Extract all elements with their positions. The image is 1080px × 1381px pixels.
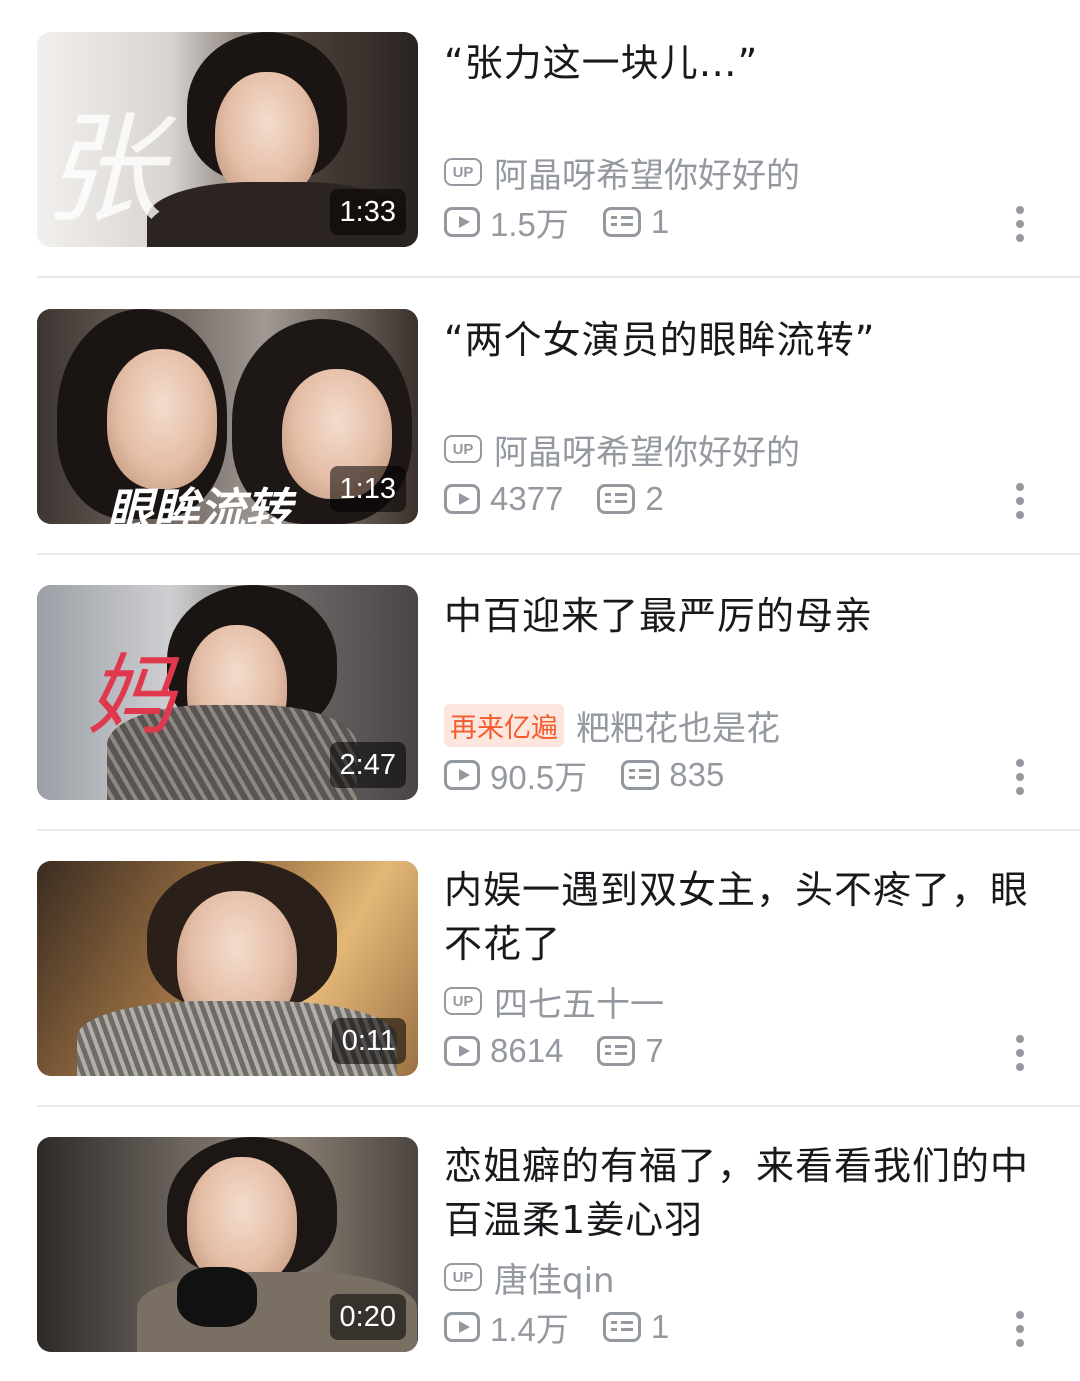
more-vertical-icon[interactable]: [1010, 1309, 1032, 1349]
view-count: 1.5万: [490, 206, 569, 243]
up-badge-icon: UP: [444, 987, 482, 1015]
video-thumbnail[interactable]: 张 力 1:33: [37, 32, 418, 247]
uploader-tag-badge: 再来亿遍: [444, 703, 564, 747]
stats-row: 1.4万 1: [444, 1305, 703, 1349]
video-card[interactable]: 张 力 1:33 “张力这一块儿…” UP 阿晶呀希望你好好的 1.5万 1: [0, 0, 1080, 276]
uploader-row[interactable]: UP 四七五十一: [444, 979, 664, 1025]
more-vertical-icon[interactable]: [1010, 1033, 1032, 1073]
video-card[interactable]: 眼眸流转 1:13 “两个女演员的眼眸流转” UP 阿晶呀希望你好好的 4377…: [0, 277, 1080, 553]
video-title[interactable]: 中百迎来了最严厉的母亲: [444, 589, 1044, 643]
danmaku-count-icon: [597, 484, 636, 514]
uploader-name: 阿晶呀希望你好好的: [494, 155, 800, 196]
more-vertical-icon[interactable]: [1010, 757, 1032, 797]
stats-row: 8614 7: [444, 1029, 698, 1073]
uploader-row[interactable]: 再来亿遍 粑粑花也是花: [444, 703, 780, 749]
video-duration: 0:20: [329, 1294, 406, 1340]
danmaku-count-icon: [621, 760, 660, 790]
uploader-row[interactable]: UP 阿晶呀希望你好好的: [444, 150, 800, 196]
play-count-icon: [444, 484, 480, 514]
danmaku-count: 835: [669, 756, 725, 793]
video-card[interactable]: 妈 妈 2:47 中百迎来了最严厉的母亲 再来亿遍 粑粑花也是花 90.5万 8…: [0, 553, 1080, 829]
stats-row: 90.5万 835: [444, 753, 758, 797]
stats-row: 1.5万 1: [444, 200, 703, 244]
danmaku-count: 7: [645, 1032, 664, 1069]
danmaku-count-icon: [602, 1312, 641, 1342]
play-count-icon: [444, 1312, 480, 1342]
up-badge-icon: UP: [444, 1263, 482, 1291]
play-count-icon: [444, 207, 480, 237]
danmaku-count-icon: [602, 207, 641, 237]
video-duration: 2:47: [329, 742, 406, 788]
more-vertical-icon[interactable]: [1010, 204, 1032, 244]
uploader-name: 唐佳qin: [494, 1260, 615, 1301]
up-badge-icon: UP: [444, 158, 482, 186]
play-count-icon: [444, 1036, 480, 1066]
up-badge-icon: UP: [444, 435, 482, 463]
danmaku-count: 2: [645, 480, 664, 517]
danmaku-count: 1: [650, 1308, 670, 1345]
teacup: [177, 1267, 257, 1327]
video-card[interactable]: 0:20 恋姐癖的有福了，来看看我们的中百温柔1姜心羽 UP 唐佳qin 1.4…: [0, 1105, 1080, 1381]
thumbnail-overlay-text: 眼眸流转: [107, 483, 291, 524]
view-count: 8614: [490, 1032, 564, 1069]
video-thumbnail[interactable]: 妈 妈 2:47: [37, 585, 418, 800]
video-duration: 1:13: [329, 466, 406, 512]
stats-row: 4377 2: [444, 477, 698, 521]
danmaku-count-icon: [597, 1036, 636, 1066]
video-duration: 1:33: [329, 189, 406, 235]
play-count-icon: [444, 760, 480, 790]
video-title[interactable]: 内娱一遇到双女主，头不疼了，眼不花了: [444, 863, 1044, 971]
more-vertical-icon[interactable]: [1010, 481, 1032, 521]
uploader-name: 粑粑花也是花: [576, 708, 780, 749]
uploader-row[interactable]: UP 阿晶呀希望你好好的: [444, 427, 800, 473]
video-duration: 0:11: [331, 1018, 406, 1064]
video-title[interactable]: “张力这一块儿…”: [444, 36, 1044, 90]
video-thumbnail[interactable]: 0:11: [37, 861, 418, 1076]
video-thumbnail[interactable]: 0:20: [37, 1137, 418, 1352]
thumbnail-overlay-text: 妈 妈: [87, 644, 418, 747]
video-card[interactable]: 0:11 内娱一遇到双女主，头不疼了，眼不花了 UP 四七五十一 8614 7: [0, 829, 1080, 1105]
view-count: 4377: [490, 480, 564, 517]
video-thumbnail[interactable]: 眼眸流转 1:13: [37, 309, 418, 524]
danmaku-count: 1: [650, 203, 670, 240]
video-title[interactable]: 恋姐癖的有福了，来看看我们的中百温柔1姜心羽: [444, 1139, 1044, 1247]
video-title[interactable]: “两个女演员的眼眸流转”: [444, 313, 1044, 367]
uploader-name: 阿晶呀希望你好好的: [494, 432, 800, 473]
view-count: 90.5万: [490, 759, 588, 796]
uploader-row[interactable]: UP 唐佳qin: [444, 1255, 615, 1301]
view-count: 1.4万: [490, 1311, 569, 1348]
uploader-name: 四七五十一: [494, 984, 664, 1025]
